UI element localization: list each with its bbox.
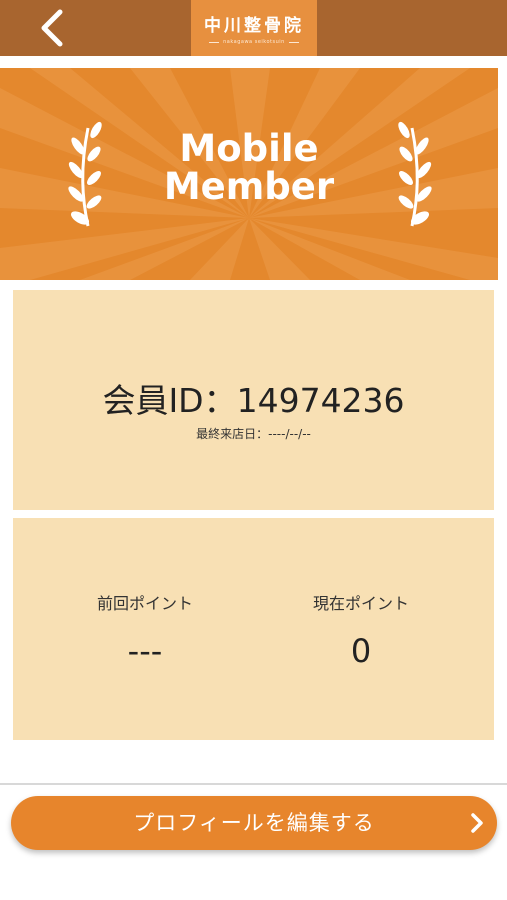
points-card: 前回ポイント --- 現在ポイント 0 <box>13 518 494 740</box>
edit-profile-button[interactable]: プロフィールを編集する <box>11 796 497 850</box>
member-id: 会員ID：14974236 <box>102 381 405 420</box>
previous-points: 前回ポイント --- <box>45 590 245 670</box>
edit-profile-label: プロフィールを編集する <box>133 811 375 835</box>
chevron-right-icon <box>471 813 483 833</box>
logo-dash-right <box>288 41 299 43</box>
logo-title: 中川整骨院 <box>204 16 304 36</box>
logo-subtitle: nakagawa seikotsuin <box>223 39 285 45</box>
clinic-logo: 中川整骨院 nakagawa seikotsuin <box>191 0 317 56</box>
last-visit-date: 最終来店日：----/--/-- <box>196 427 311 441</box>
back-button[interactable] <box>30 6 74 50</box>
logo-subtitle-row: nakagawa seikotsuin <box>209 39 299 45</box>
chevron-left-icon <box>41 9 63 47</box>
header-spacer <box>0 56 507 68</box>
current-points-label: 現在ポイント <box>312 594 409 613</box>
logo-dash-left <box>209 41 220 43</box>
previous-points-label: 前回ポイント <box>96 594 193 613</box>
app-header: 中川整骨院 nakagawa seikotsuin <box>0 0 507 56</box>
member-id-card: 会員ID：14974236 最終来店日：----/--/-- <box>13 290 494 510</box>
previous-points-value: --- <box>127 632 163 670</box>
laurel-icon <box>398 121 432 227</box>
current-points: 現在ポイント 0 <box>261 590 461 670</box>
footer-divider <box>0 783 507 785</box>
member-banner: Mobile Member <box>0 68 498 280</box>
current-points-value: 0 <box>350 632 372 670</box>
